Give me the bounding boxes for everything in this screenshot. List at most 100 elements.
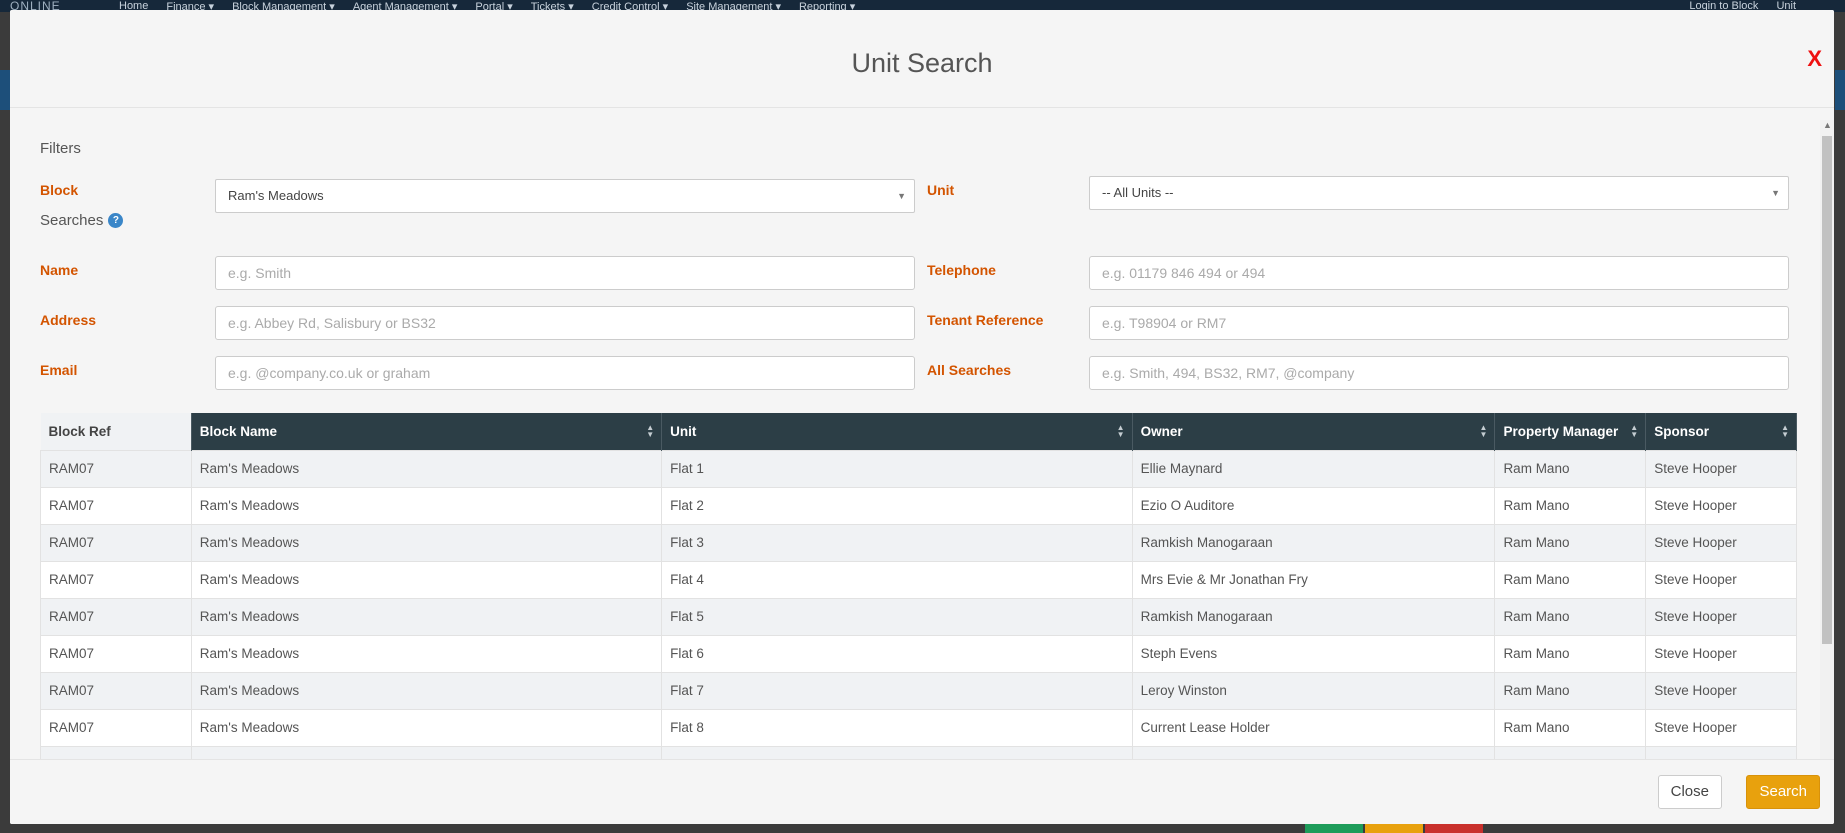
cell-owner: Ezio O Auditore: [1131, 486, 1496, 525]
cell-sponsor: Steve Hooper: [1645, 523, 1797, 562]
chevron-down-icon: ▼: [897, 191, 906, 201]
all-searches-input[interactable]: [1089, 356, 1789, 390]
scrollbar-thumb[interactable]: [1822, 136, 1832, 644]
sort-icon: ▲ ▼: [1116, 423, 1125, 439]
cell-sponsor: Steve Hooper: [1645, 449, 1797, 488]
address-label: Address: [40, 312, 97, 328]
sort-icon: ▲ ▼: [1781, 423, 1789, 439]
column-header-label: Property Manager: [1503, 423, 1619, 439]
cell-unit: Flat 1: [661, 449, 1133, 488]
table-row[interactable]: RAM07Ram's MeadowsFlat 9Current Lease Ho…: [40, 745, 1797, 759]
scroll-up-icon[interactable]: ▲: [1823, 120, 1832, 130]
cell-sponsor: Steve Hooper: [1645, 745, 1797, 759]
cell-block-ref: RAM07: [40, 560, 192, 599]
cell-owner: Leroy Winston: [1131, 671, 1496, 710]
column-header-owner[interactable]: Owner ▲ ▼: [1132, 413, 1496, 450]
cell-unit: Flat 2: [661, 486, 1133, 525]
tenant-reference-label: Tenant Reference: [927, 312, 1044, 328]
table-body: RAM07 Ram's Meadows Flat 1 Ellie Maynard Ram…: [40, 449, 1797, 759]
table-row[interactable]: RAM07 Ram's Meadows Flat 8 Current Lease Ho…: [40, 708, 1797, 747]
table-row[interactable]: RAM07 Ram's Meadows Flat 6 Steph Evens Ram M…: [40, 634, 1797, 673]
sort-icon: ▲ ▼: [1630, 423, 1639, 439]
column-header-block-name[interactable]: Block Name ▲ ▼: [191, 413, 663, 450]
sort-icon: ▲ ▼: [1479, 423, 1488, 439]
cell-owner: Steph Evens: [1131, 634, 1496, 673]
telephone-label: Telephone: [927, 262, 996, 278]
cell-owner: Ramkish Manogaraan: [1131, 597, 1496, 636]
cell-unit: Flat 9: [661, 745, 1133, 759]
cell-unit: Flat 5: [661, 597, 1133, 636]
unit-search-modal: Unit Search X Filters Block Ram's Meadow…: [10, 10, 1834, 824]
modal-body: Filters Block Ram's Meadows ▼ Unit -- Al…: [10, 108, 1834, 759]
cell-sponsor: Steve Hooper: [1645, 560, 1797, 599]
cell-property-manager: Ram Mano: [1494, 671, 1647, 710]
address-input[interactable]: [215, 306, 915, 340]
block-select[interactable]: Ram's Meadows ▼: [215, 179, 915, 213]
search-button[interactable]: Search: [1746, 775, 1820, 809]
column-header-label: Owner: [1140, 423, 1183, 439]
block-select-value: Ram's Meadows: [228, 188, 324, 203]
background-tab-green: [1305, 823, 1363, 833]
cell-owner: Mrs Evie & Mr Jonathan Fry: [1131, 560, 1496, 599]
results-table: Block Ref Block Name ▲ ▼ Unit ▲ ▼ Owner ▲ ▼ Pr…: [40, 413, 1797, 759]
cell-sponsor: Steve Hooper: [1645, 597, 1797, 636]
cell-property-manager: Ram Mano: [1494, 634, 1647, 673]
cell-block-name: Ram's Meadows: [190, 745, 663, 759]
background-panel-left: [0, 70, 10, 110]
column-header-sponsor[interactable]: Sponsor ▲ ▼: [1645, 413, 1797, 450]
table-row[interactable]: RAM07 Ram's Meadows Flat 1 Ellie Maynard Ram…: [40, 449, 1797, 488]
cell-property-manager: Ram Mano: [1494, 560, 1647, 599]
cell-block-ref: RAM07: [40, 597, 192, 636]
modal-header: Unit Search X: [10, 10, 1834, 108]
cell-property-manager: Ram Mano: [1494, 486, 1647, 525]
close-x-icon[interactable]: X: [1807, 46, 1822, 72]
email-input[interactable]: [215, 356, 915, 390]
table-row[interactable]: RAM07 Ram's Meadows Flat 3 Ramkish Manogara…: [40, 523, 1797, 562]
tenant-reference-input[interactable]: [1089, 306, 1789, 340]
cell-block-name: Ram's Meadows: [190, 597, 663, 636]
table-row[interactable]: RAM07 Ram's Meadows Flat 4 Mrs Evie & Mr Jo…: [40, 560, 1797, 599]
background-panel-right: [1835, 70, 1845, 110]
sort-icon: ▲ ▼: [646, 423, 655, 439]
searches-heading-text: Searches: [40, 212, 104, 229]
cell-block-ref: RAM07: [40, 486, 192, 525]
name-label: Name: [40, 262, 79, 278]
table-row[interactable]: RAM07 Ram's Meadows Flat 5 Ramkish Manogara…: [40, 597, 1797, 636]
cell-block-name: Ram's Meadows: [190, 486, 663, 525]
cell-block-ref: RAM07: [40, 671, 192, 710]
cell-sponsor: Steve Hooper: [1645, 634, 1797, 673]
results-table-container: Block Ref Block Name ▲ ▼ Unit ▲ ▼ Owner ▲ ▼ Pr…: [40, 413, 1797, 759]
cell-block-name: Ram's Meadows: [190, 671, 663, 710]
column-header-block-ref[interactable]: Block Ref: [40, 413, 192, 450]
cell-sponsor: Steve Hooper: [1645, 486, 1797, 525]
telephone-input[interactable]: [1089, 256, 1789, 290]
cell-block-name: Ram's Meadows: [190, 634, 663, 673]
help-icon[interactable]: ?: [108, 213, 124, 228]
column-header-label: Unit: [670, 423, 697, 439]
column-header-property-manager[interactable]: Property Manager ▲ ▼: [1494, 413, 1647, 450]
column-header-label: Block Name: [199, 423, 278, 439]
modal-footer: Close Search: [10, 759, 1834, 824]
name-input[interactable]: [215, 256, 915, 290]
cell-owner: Current Lease Holder: [1131, 745, 1496, 759]
cell-block-ref: RAM07: [40, 708, 192, 747]
table-row[interactable]: RAM07 Ram's Meadows Flat 7 Leroy Winston Ram…: [40, 671, 1797, 710]
cell-owner: Ramkish Manogaraan: [1131, 523, 1496, 562]
unit-select-value: -- All Units --: [1102, 185, 1174, 200]
searches-heading: Searches ?: [40, 212, 124, 229]
background-tab-red: [1425, 823, 1483, 833]
cell-unit: Flat 6: [661, 634, 1133, 673]
cell-block-ref: RAM07: [40, 634, 192, 673]
table-row[interactable]: RAM07 Ram's Meadows Flat 2 Ezio O Auditore R…: [40, 486, 1797, 525]
close-button[interactable]: Close: [1657, 775, 1722, 809]
email-label: Email: [40, 362, 78, 378]
modal-scrollbar[interactable]: ▲ ▼: [1820, 120, 1834, 759]
column-header-label: Block Ref: [48, 423, 111, 439]
block-label: Block: [40, 182, 79, 198]
column-header-unit[interactable]: Unit ▲ ▼: [661, 413, 1133, 450]
cell-block-name: Ram's Meadows: [190, 523, 663, 562]
cell-property-manager: Ram Mano: [1494, 597, 1647, 636]
modal-title: Unit Search: [851, 48, 993, 78]
unit-select[interactable]: -- All Units -- ▼: [1089, 176, 1789, 210]
cell-property-manager: Ram Mano: [1494, 523, 1647, 562]
